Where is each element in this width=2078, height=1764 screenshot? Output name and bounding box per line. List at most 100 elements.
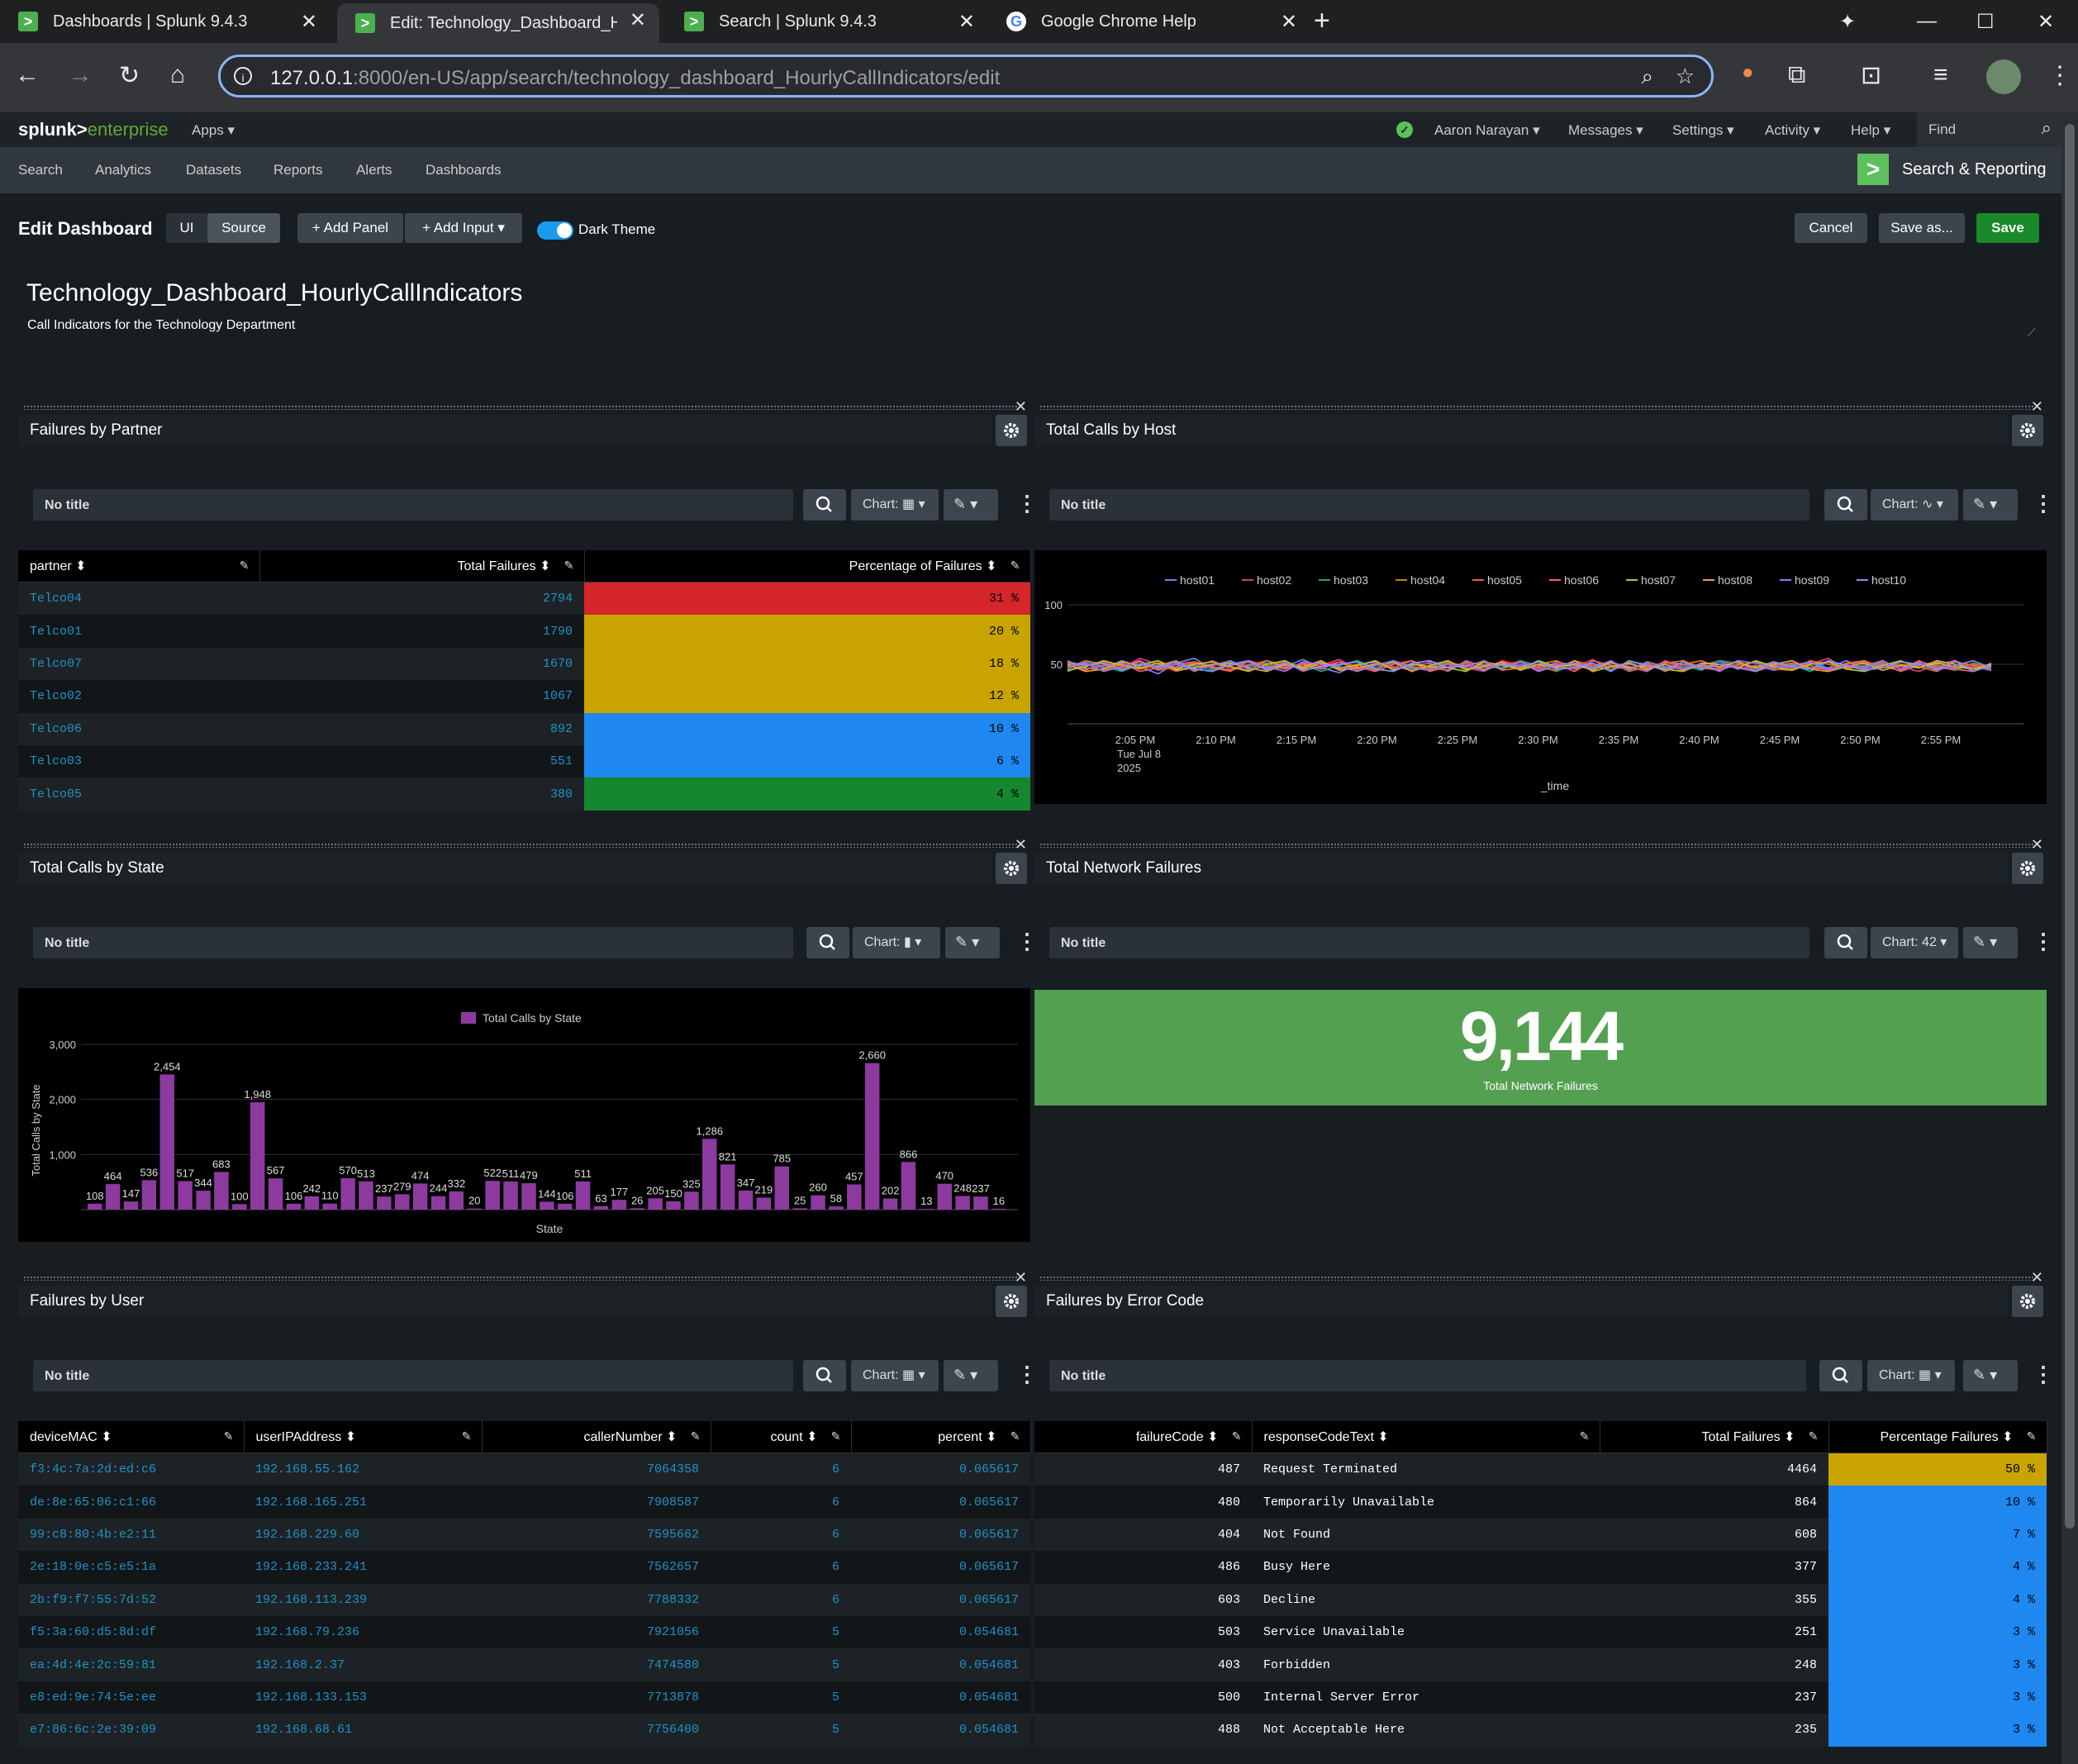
count-cell[interactable]: 6 xyxy=(711,1486,851,1519)
table-row[interactable]: de:8e:65:06:c1:66 192.168.165.251 7908587 6… xyxy=(18,1486,1030,1519)
bar[interactable] xyxy=(503,1181,518,1210)
bar[interactable] xyxy=(377,1196,392,1210)
table-row[interactable]: Telco02 1067 12 % xyxy=(18,680,1030,713)
callernumber-cell[interactable]: 7756400 xyxy=(482,1714,711,1747)
search-title-input[interactable]: No title xyxy=(33,927,793,958)
bar[interactable] xyxy=(738,1190,754,1210)
more-options-icon[interactable]: ⋮ xyxy=(2033,930,2054,952)
table-row[interactable]: 488 Not Acceptable Here 235 3 % xyxy=(1034,1714,2047,1747)
responsecodetext-cell[interactable]: Forbidden xyxy=(1252,1648,1600,1681)
bar[interactable] xyxy=(123,1201,139,1210)
gear-icon[interactable] xyxy=(996,853,1027,884)
panel-title[interactable]: Failures by User xyxy=(30,1292,144,1310)
callernumber-cell[interactable]: 7788332 xyxy=(482,1583,711,1616)
callernumber-cell[interactable]: 7064358 xyxy=(482,1453,711,1486)
bar[interactable] xyxy=(159,1074,175,1210)
percentage-cell[interactable]: 31 % xyxy=(584,582,1030,616)
devicemac-cell[interactable]: f5:3a:60:d5:8d:df xyxy=(18,1615,244,1649)
find-input[interactable]: Find ⌕ xyxy=(1917,112,2061,147)
dashboard-title[interactable]: Technology_Dashboard_HourlyCallIndicator… xyxy=(26,279,522,307)
callernumber-cell[interactable]: 7921056 xyxy=(482,1615,711,1649)
percent-cell[interactable]: 0.065617 xyxy=(851,1486,1030,1519)
home-icon[interactable]: ⌂ xyxy=(170,61,185,89)
panel-header[interactable]: Total Network Failures xyxy=(1034,853,2008,884)
panel-header[interactable]: Total Calls by Host xyxy=(1034,415,2008,446)
add-panel-button[interactable]: + Add Panel xyxy=(297,213,403,243)
total-failures-cell[interactable]: 892 xyxy=(259,712,584,745)
useripaddress-cell[interactable]: 192.168.2.37 xyxy=(244,1648,482,1681)
source-mode-button[interactable]: Source xyxy=(207,213,280,243)
open-search-button[interactable] xyxy=(1819,1360,1862,1391)
table-row[interactable]: 2b:f9:f7:55:7d:52 192.168.113.239 7788332 6… xyxy=(18,1583,1030,1616)
bar[interactable] xyxy=(485,1181,500,1210)
new-tab-icon[interactable]: + xyxy=(1314,7,1330,35)
chart-type-button[interactable]: Chart: ▦ ▾ xyxy=(851,1360,939,1391)
resize-handle-icon[interactable]: ⟋ xyxy=(2028,326,2036,340)
useripaddress-cell[interactable]: 192.168.229.60 xyxy=(244,1518,482,1552)
browser-tab-search[interactable]: > Search | Splunk 9.4.3 ✕ xyxy=(666,5,988,38)
chart-type-button[interactable]: Chart: ▦ ▾ xyxy=(851,489,939,521)
percent-cell[interactable]: 0.065617 xyxy=(851,1453,1030,1486)
drag-handle[interactable] xyxy=(23,843,1019,848)
responsecodetext-cell[interactable]: Busy Here xyxy=(1252,1551,1600,1584)
bar[interactable] xyxy=(666,1201,681,1210)
chart-type-button[interactable]: Chart: ▮ ▾ xyxy=(853,927,940,958)
bar[interactable] xyxy=(882,1198,898,1210)
bar[interactable] xyxy=(359,1181,373,1210)
col-header-total-failures[interactable]: Total Failures ⬍ ✎ xyxy=(259,550,585,582)
count-cell[interactable]: 5 xyxy=(711,1615,851,1649)
total-failures-cell[interactable]: 355 xyxy=(1600,1583,1828,1616)
bar[interactable] xyxy=(919,1209,934,1210)
bar[interactable] xyxy=(991,1208,1006,1210)
total-failures-cell[interactable]: 380 xyxy=(259,777,584,811)
drag-handle[interactable] xyxy=(1039,1276,2035,1281)
count-cell[interactable]: 6 xyxy=(711,1518,851,1552)
gear-icon[interactable] xyxy=(2012,853,2043,884)
panel-close-icon[interactable]: ✕ xyxy=(1015,1269,1027,1286)
page-scrollbar[interactable] xyxy=(2061,112,2078,1764)
forward-icon[interactable]: → xyxy=(68,61,93,89)
total-failures-cell[interactable]: 608 xyxy=(1600,1518,1828,1552)
percentage-cell[interactable]: 3 % xyxy=(1828,1714,2047,1747)
bar[interactable] xyxy=(250,1102,265,1210)
bar[interactable] xyxy=(955,1196,970,1210)
bar[interactable] xyxy=(340,1178,355,1210)
legend-item[interactable]: host02 xyxy=(1257,573,1291,587)
bar[interactable] xyxy=(412,1183,428,1210)
col-header-devicemac[interactable]: deviceMAC ⬍ ✎ xyxy=(18,1421,245,1453)
bar[interactable] xyxy=(648,1198,663,1210)
col-header-count[interactable]: count ⬍ ✎ xyxy=(711,1421,852,1453)
bar[interactable] xyxy=(756,1197,772,1210)
percentage-cell[interactable]: 3 % xyxy=(1828,1648,2047,1681)
panel-header[interactable]: Failures by Error Code xyxy=(1034,1286,2008,1317)
legend-item[interactable]: host05 xyxy=(1487,573,1522,587)
tab-close-icon[interactable]: ✕ xyxy=(1281,10,1297,34)
panel-close-icon[interactable]: ✕ xyxy=(2031,836,2043,853)
responsecodetext-cell[interactable]: Request Terminated xyxy=(1252,1453,1600,1486)
total-failures-cell[interactable]: 864 xyxy=(1600,1486,1828,1519)
legend-item[interactable]: Total Calls by State xyxy=(483,1011,582,1025)
search-title-input[interactable]: No title xyxy=(1049,927,1809,958)
bar[interactable] xyxy=(540,1201,554,1210)
responsecodetext-cell[interactable]: Internal Server Error xyxy=(1252,1681,1600,1714)
percentage-cell[interactable]: 6 % xyxy=(584,744,1030,778)
legend-item[interactable]: host10 xyxy=(1871,573,1906,587)
app-name[interactable]: Search & Reporting xyxy=(1902,160,2047,179)
more-options-icon[interactable]: ⋮ xyxy=(2033,1363,2054,1385)
minimize-icon[interactable]: — xyxy=(1917,10,1937,33)
panel-close-icon[interactable]: ✕ xyxy=(2031,1269,2043,1286)
format-paintbrush-button[interactable]: ✎ ▾ xyxy=(945,927,1000,958)
drag-handle[interactable] xyxy=(23,1276,1019,1281)
window-close-icon[interactable]: ✕ xyxy=(2038,10,2054,34)
col-header-responsecodetext[interactable]: responseCodeText ⬍ ✎ xyxy=(1252,1421,1600,1453)
devicemac-cell[interactable]: f3:4c:7a:2d:ed:c6 xyxy=(18,1453,244,1486)
bar[interactable] xyxy=(286,1203,302,1210)
table-row[interactable]: 480 Temporarily Unavailable 864 10 % xyxy=(1034,1486,2047,1519)
partner-cell[interactable]: Telco02 xyxy=(18,680,259,713)
search-title-input[interactable]: No title xyxy=(33,489,793,521)
gear-icon[interactable] xyxy=(2012,1286,2043,1317)
col-header-callernumber[interactable]: callerNumber ⬍ ✎ xyxy=(482,1421,711,1453)
bar[interactable] xyxy=(178,1181,193,1210)
panel-header[interactable]: Failures by User xyxy=(18,1286,991,1317)
bar[interactable] xyxy=(720,1164,735,1210)
